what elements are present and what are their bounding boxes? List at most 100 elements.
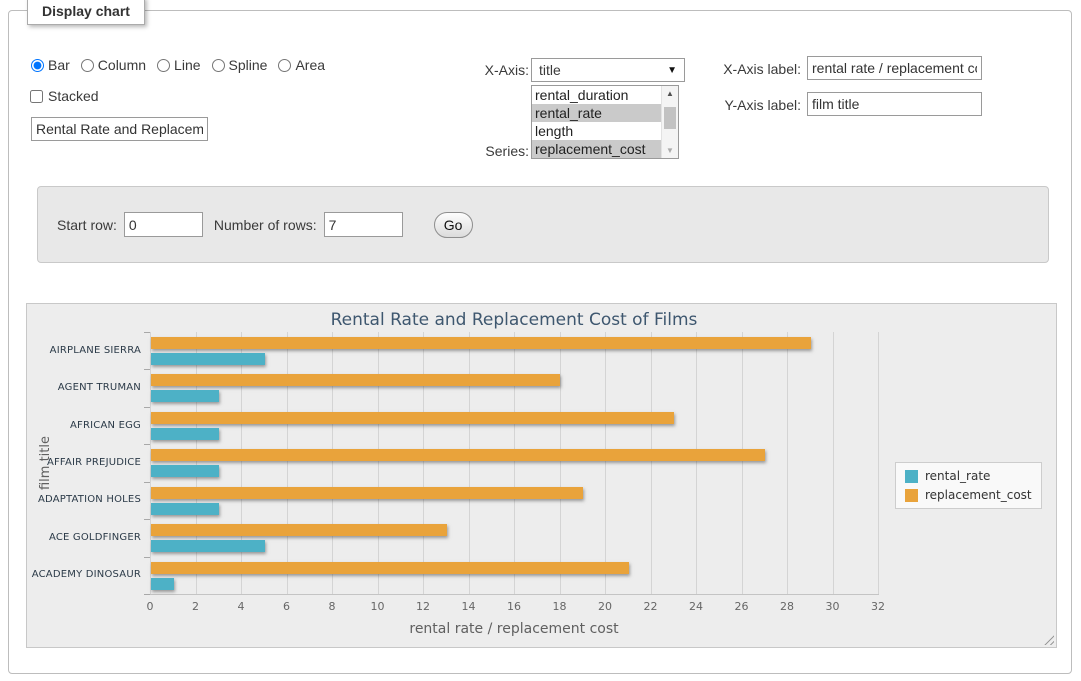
x-tick-label: 12 [403, 600, 443, 613]
x-tick-label: 16 [494, 600, 534, 613]
x-axis-title: rental rate / replacement cost [150, 621, 878, 637]
series-list-label: Series: [449, 143, 529, 159]
x-tick-label: 0 [130, 600, 170, 613]
bar-rental_rate[interactable] [151, 503, 219, 515]
chart-type-label: Spline [229, 57, 268, 73]
y-axis-tick [144, 519, 150, 520]
grid-line [241, 332, 242, 594]
grid-line [560, 332, 561, 594]
y-axis-tick [144, 594, 150, 595]
legend-item-replacement_cost[interactable]: replacement_cost [905, 488, 1032, 502]
dropdown-arrow-icon: ▼ [667, 65, 677, 76]
bar-rental_rate[interactable] [151, 540, 265, 552]
legend-swatch-icon [905, 489, 918, 502]
chart-type-label: Bar [48, 57, 70, 73]
chart-container: Rental Rate and Replacement Cost of Film… [26, 303, 1057, 648]
chart-type-label: Line [174, 57, 200, 73]
x-axis-label-input[interactable] [807, 56, 982, 80]
grid-line [514, 332, 515, 594]
chart-type-radio-bar[interactable] [31, 59, 44, 72]
x-tick-label: 10 [358, 600, 398, 613]
bar-rental_rate[interactable] [151, 578, 174, 590]
series-option-rental_rate[interactable]: rental_rate [532, 104, 661, 122]
bar-replacement_cost[interactable] [151, 524, 447, 536]
category-label: AGENT TRUMAN [27, 382, 141, 393]
legend-label: rental_rate [925, 469, 990, 483]
bar-replacement_cost[interactable] [151, 562, 629, 574]
y-axis-tick [144, 332, 150, 333]
scrollbar-thumb[interactable] [664, 107, 676, 129]
x-tick-label: 8 [312, 600, 352, 613]
start-row-input[interactable] [124, 212, 203, 237]
x-axis-select[interactable]: title ▼ [531, 58, 685, 82]
legend-item-rental_rate[interactable]: rental_rate [905, 469, 1032, 483]
bar-replacement_cost[interactable] [151, 374, 560, 386]
bar-rental_rate[interactable] [151, 353, 265, 365]
bar-rental_rate[interactable] [151, 428, 219, 440]
stacked-label: Stacked [48, 88, 99, 104]
y-axis-tick [144, 369, 150, 370]
x-tick-label: 26 [722, 600, 762, 613]
x-tick-label: 28 [767, 600, 807, 613]
chart-type-radio-area[interactable] [278, 59, 291, 72]
chart-type-label: Area [295, 57, 325, 73]
x-tick-label: 6 [267, 600, 307, 613]
stacked-row: Stacked [30, 88, 99, 104]
chart-title-input[interactable] [31, 117, 208, 141]
start-row-label: Start row: [57, 217, 117, 233]
x-tick-label: 14 [449, 600, 489, 613]
scroll-up-icon[interactable]: ▲ [662, 86, 678, 101]
category-label: ACADEMY DINOSAUR [27, 569, 141, 580]
chart-type-radio-spline[interactable] [212, 59, 225, 72]
series-option-length[interactable]: length [532, 122, 661, 140]
y-axis-label-input[interactable] [807, 92, 982, 116]
chart-type-option-area: Area [278, 57, 325, 73]
grid-line [469, 332, 470, 594]
chart-type-option-column: Column [81, 57, 146, 73]
grid-line [150, 332, 151, 594]
display-chart-fieldset: Display chart BarColumnLineSplineArea St… [8, 10, 1072, 674]
bar-rental_rate[interactable] [151, 465, 219, 477]
stacked-checkbox[interactable] [30, 90, 43, 103]
scroll-down-icon[interactable]: ▼ [662, 143, 678, 158]
grid-line [605, 332, 606, 594]
grid-line [287, 332, 288, 594]
bar-replacement_cost[interactable] [151, 449, 765, 461]
x-tick-label: 22 [631, 600, 671, 613]
number-of-rows-input[interactable] [324, 212, 403, 237]
series-listbox[interactable]: rental_durationrental_ratelengthreplacem… [531, 85, 679, 159]
legend-swatch-icon [905, 470, 918, 483]
category-label: ACE GOLDFINGER [27, 532, 141, 543]
x-tick-label: 2 [176, 600, 216, 613]
chart-type-label: Column [98, 57, 146, 73]
bar-rental_rate[interactable] [151, 390, 219, 402]
category-label: AIRPLANE SIERRA [27, 345, 141, 356]
category-label: ADAPTATION HOLES [27, 494, 141, 505]
grid-line [878, 332, 879, 594]
chart-type-radio-group: Bar Column Line Spline Area [31, 57, 336, 73]
grid-line [696, 332, 697, 594]
x-tick-label: 30 [813, 600, 853, 613]
bar-replacement_cost[interactable] [151, 337, 811, 349]
bar-replacement_cost[interactable] [151, 412, 674, 424]
series-scrollbar: ▲ ▼ [661, 86, 678, 158]
y-axis-tick [144, 407, 150, 408]
go-button[interactable]: Go [434, 212, 473, 238]
chart-type-option-bar: Bar [31, 57, 70, 73]
grid-line [196, 332, 197, 594]
chart-type-radio-column[interactable] [81, 59, 94, 72]
number-of-rows-label: Number of rows: [214, 217, 317, 233]
grid-line [787, 332, 788, 594]
category-label: AFFAIR PREJUDICE [27, 457, 141, 468]
chart-type-radio-line[interactable] [157, 59, 170, 72]
x-tick-label: 18 [540, 600, 580, 613]
x-axis-label-label: X-Axis label: [709, 61, 801, 77]
series-option-rental_duration[interactable]: rental_duration [532, 86, 661, 104]
grid-line [833, 332, 834, 594]
series-option-replacement_cost[interactable]: replacement_cost [532, 140, 661, 158]
bar-replacement_cost[interactable] [151, 487, 583, 499]
x-tick-label: 24 [676, 600, 716, 613]
chart-type-option-spline: Spline [212, 57, 268, 73]
grid-line [332, 332, 333, 594]
resize-handle-icon[interactable] [1043, 634, 1054, 645]
